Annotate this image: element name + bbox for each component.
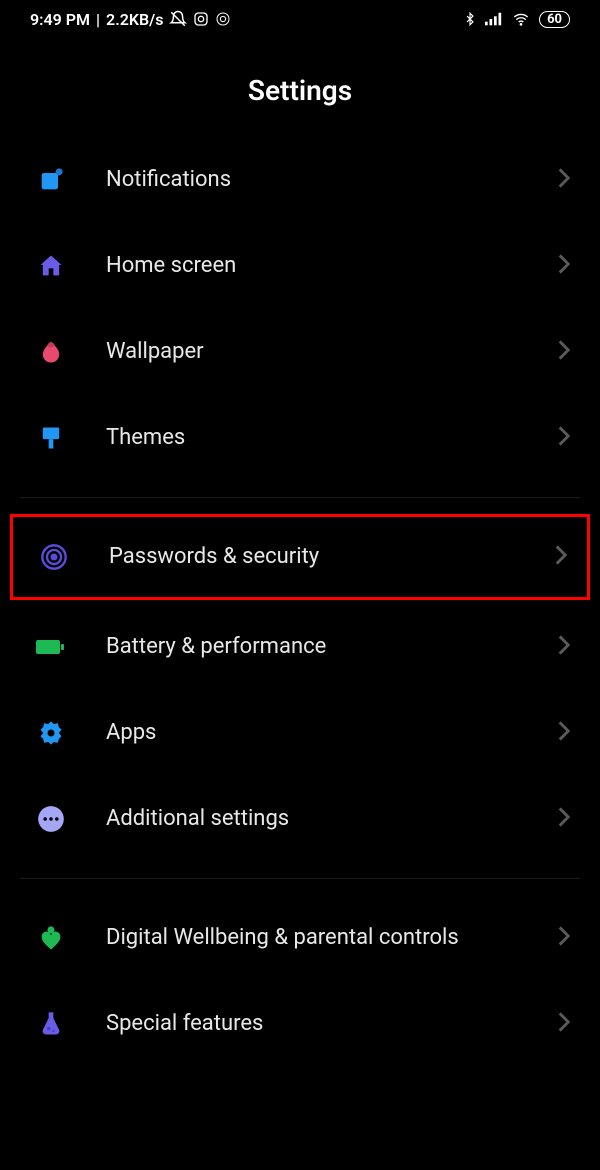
- chevron-right-icon: [558, 926, 570, 951]
- status-left: 9:49 PM | 2.2KB/s: [30, 10, 231, 29]
- divider: [20, 497, 580, 498]
- chevron-right-icon: [558, 168, 570, 193]
- more-icon: [34, 802, 68, 836]
- bluetooth-icon: [463, 10, 477, 28]
- chevron-right-icon: [558, 635, 570, 660]
- settings-item-special-features[interactable]: Special features: [0, 981, 600, 1067]
- chevron-right-icon: [558, 426, 570, 451]
- battery-icon: [34, 630, 68, 664]
- item-label: Battery & performance: [106, 633, 558, 662]
- item-label: Themes: [106, 424, 558, 453]
- page-title: Settings: [0, 38, 600, 137]
- wallpaper-icon: [34, 335, 68, 369]
- status-speed: 2.2KB/s: [106, 10, 163, 29]
- status-right: 60: [463, 10, 570, 28]
- chevron-right-icon: [558, 1012, 570, 1037]
- instagram-icon: [193, 11, 209, 27]
- chevron-right-icon: [558, 254, 570, 279]
- item-label: Wallpaper: [106, 338, 558, 367]
- mute-icon: [169, 10, 187, 28]
- item-label: Notifications: [106, 166, 558, 195]
- fingerprint-icon: [37, 540, 71, 574]
- settings-item-home-screen[interactable]: Home screen: [0, 223, 600, 309]
- flask-icon: [34, 1007, 68, 1041]
- settings-item-battery-performance[interactable]: Battery & performance: [0, 604, 600, 690]
- chevron-right-icon: [558, 721, 570, 746]
- item-label: Apps: [106, 719, 558, 748]
- wifi-icon: [511, 11, 531, 27]
- settings-item-themes[interactable]: Themes: [0, 395, 600, 481]
- item-label: Additional settings: [106, 805, 558, 834]
- settings-item-digital-wellbeing[interactable]: Digital Wellbeing & parental controls: [0, 895, 600, 981]
- divider: [20, 878, 580, 879]
- status-time: 9:49 PM: [30, 10, 90, 29]
- settings-list: Notifications Home screen Wallpaper: [0, 137, 600, 1067]
- settings-item-notifications[interactable]: Notifications: [0, 137, 600, 223]
- item-label: Home screen: [106, 252, 558, 281]
- chevron-right-icon: [555, 545, 567, 570]
- battery-indicator: 60: [539, 11, 570, 28]
- chevron-right-icon: [558, 340, 570, 365]
- wellbeing-icon: [34, 921, 68, 955]
- themes-icon: [34, 421, 68, 455]
- item-label: Digital Wellbeing & parental controls: [106, 924, 558, 953]
- home-icon: [34, 249, 68, 283]
- settings-item-wallpaper[interactable]: Wallpaper: [0, 309, 600, 395]
- apps-icon: [34, 716, 68, 750]
- settings-item-apps[interactable]: Apps: [0, 690, 600, 776]
- signal-icon: [485, 12, 503, 26]
- item-label: Passwords & security: [109, 543, 555, 572]
- settings-item-passwords-security[interactable]: Passwords & security: [10, 514, 590, 600]
- notifications-icon: [34, 163, 68, 197]
- settings-item-additional-settings[interactable]: Additional settings: [0, 776, 600, 862]
- item-label: Special features: [106, 1010, 558, 1039]
- status-bar: 9:49 PM | 2.2KB/s: [0, 0, 600, 38]
- app-icon: [215, 11, 231, 27]
- chevron-right-icon: [558, 807, 570, 832]
